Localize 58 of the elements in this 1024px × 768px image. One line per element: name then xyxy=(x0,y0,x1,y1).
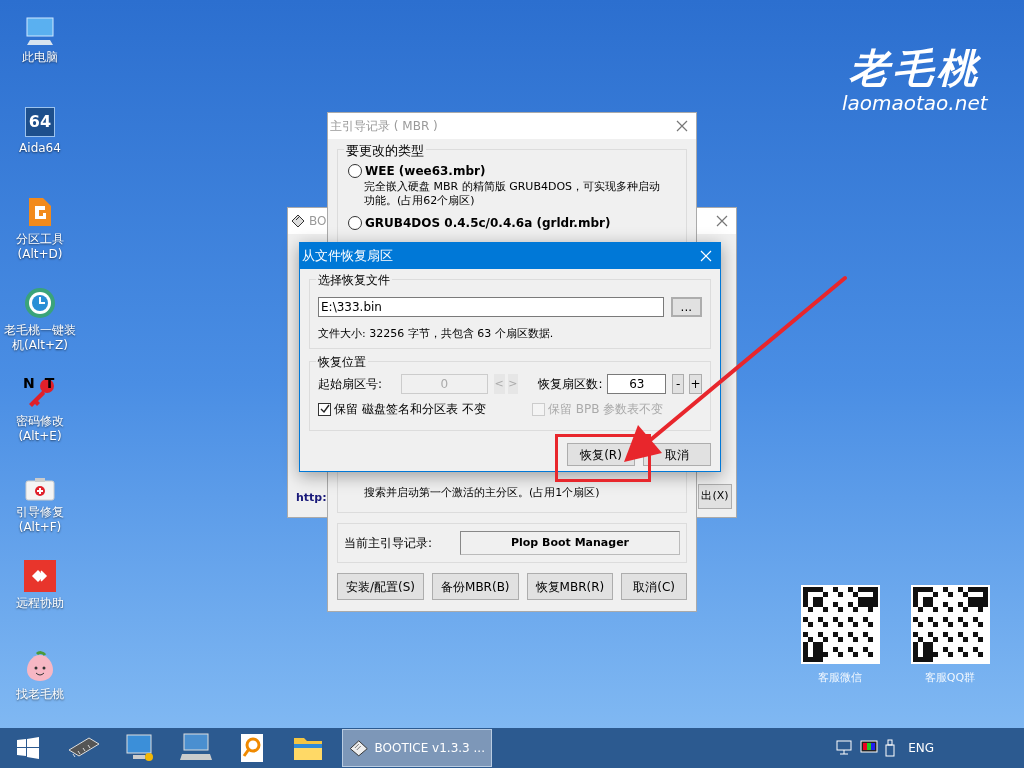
field-label: 当前主引导记录: xyxy=(344,535,434,552)
window-title: 主引导记录 ( MBR ) xyxy=(330,118,438,135)
sector-count-field[interactable]: 63 xyxy=(607,374,667,394)
option-description: 搜索并启动第一个激活的主分区。(占用1个扇区) xyxy=(364,486,601,500)
clock-circle-icon xyxy=(24,287,56,319)
window-title: BO xyxy=(309,213,327,230)
radio-button[interactable] xyxy=(348,216,362,230)
radio-option[interactable]: WEE (wee63.mbr) xyxy=(348,162,676,180)
current-mbr-field: Plop Boot Manager xyxy=(460,531,680,555)
folder-icon[interactable] xyxy=(293,735,323,761)
browse-button[interactable]: ... xyxy=(670,297,702,317)
increment-button[interactable]: + xyxy=(689,374,702,394)
remote-assist-icon xyxy=(24,560,56,592)
desktop-icon-label[interactable]: 分区工具 (Alt+D) xyxy=(2,232,78,262)
dialog-button[interactable]: 恢复MBR(R) xyxy=(526,573,614,600)
exit-button[interactable]: 出(X) xyxy=(698,484,732,509)
language-indicator[interactable]: ENG xyxy=(908,739,934,757)
logo-website: laomaotao.net xyxy=(842,91,988,115)
computer-icon xyxy=(24,16,56,46)
dialog-button[interactable]: 备份MBR(B) xyxy=(432,573,519,600)
file-info-text: 文件大小: 32256 字节，共包含 63 个扇区数据. xyxy=(318,326,555,342)
close-icon[interactable] xyxy=(716,215,728,227)
monitor-tools-icon[interactable] xyxy=(125,733,155,763)
dialog-button[interactable]: 安装/配置(S) xyxy=(337,573,425,600)
link-text[interactable]: http: xyxy=(296,490,327,507)
group-title: 选择恢复文件 xyxy=(316,271,392,289)
windows-start-icon[interactable] xyxy=(17,737,39,759)
first-aid-kit-icon xyxy=(25,477,55,501)
group-title: 恢复位置 xyxy=(316,353,368,371)
field-label: 恢复扇区数: xyxy=(538,376,604,393)
memory-chip-icon[interactable] xyxy=(67,736,101,760)
file-path-field[interactable]: E:\333.bin xyxy=(318,297,664,317)
window-title: 从文件恢复扇区 xyxy=(302,247,393,266)
usb-drive-icon[interactable] xyxy=(884,739,897,757)
qr-code-icon xyxy=(910,585,990,664)
qr-caption: 客服微信 xyxy=(818,670,862,686)
field-label: 起始扇区号: xyxy=(318,376,384,393)
option-description: 完全嵌入硬盘 MBR 的精简版 GRUB4DOS，可实现多种启动功能。(占用62个扇区) xyxy=(364,180,662,208)
logo-title: 老毛桃 xyxy=(848,45,981,91)
decrement-button[interactable]: - xyxy=(672,374,685,394)
qr-code-icon xyxy=(800,585,880,664)
keyboard-monitor-icon[interactable] xyxy=(179,733,213,763)
radio-button[interactable] xyxy=(348,164,362,178)
app-tile-icon: 64 xyxy=(25,107,55,137)
desktop-icon-label[interactable]: 此电脑 xyxy=(2,50,78,65)
magnifier-document-icon[interactable] xyxy=(239,733,265,763)
color-spectrum-icon[interactable] xyxy=(860,740,879,756)
dialog-button[interactable]: 恢复(R) xyxy=(567,443,635,466)
radio-option[interactable]: GRUB4DOS 0.4.5c/0.4.6a (grldr.mbr) xyxy=(348,214,676,232)
desktop-icon-label[interactable]: Aida64 xyxy=(2,141,78,156)
dialog-button[interactable]: 取消(C) xyxy=(621,573,687,600)
checkbox[interactable] xyxy=(318,402,331,416)
qr-caption: 客服QQ群 xyxy=(924,670,976,686)
network-icon[interactable] xyxy=(836,740,855,756)
peach-mascot-icon xyxy=(24,651,56,683)
checkbox-label[interactable]: 保留 磁盘签名和分区表 不变 xyxy=(334,400,486,418)
desktop-icon-label[interactable]: 老毛桃一键装机(Alt+Z) xyxy=(2,323,78,353)
close-icon[interactable] xyxy=(676,120,688,132)
